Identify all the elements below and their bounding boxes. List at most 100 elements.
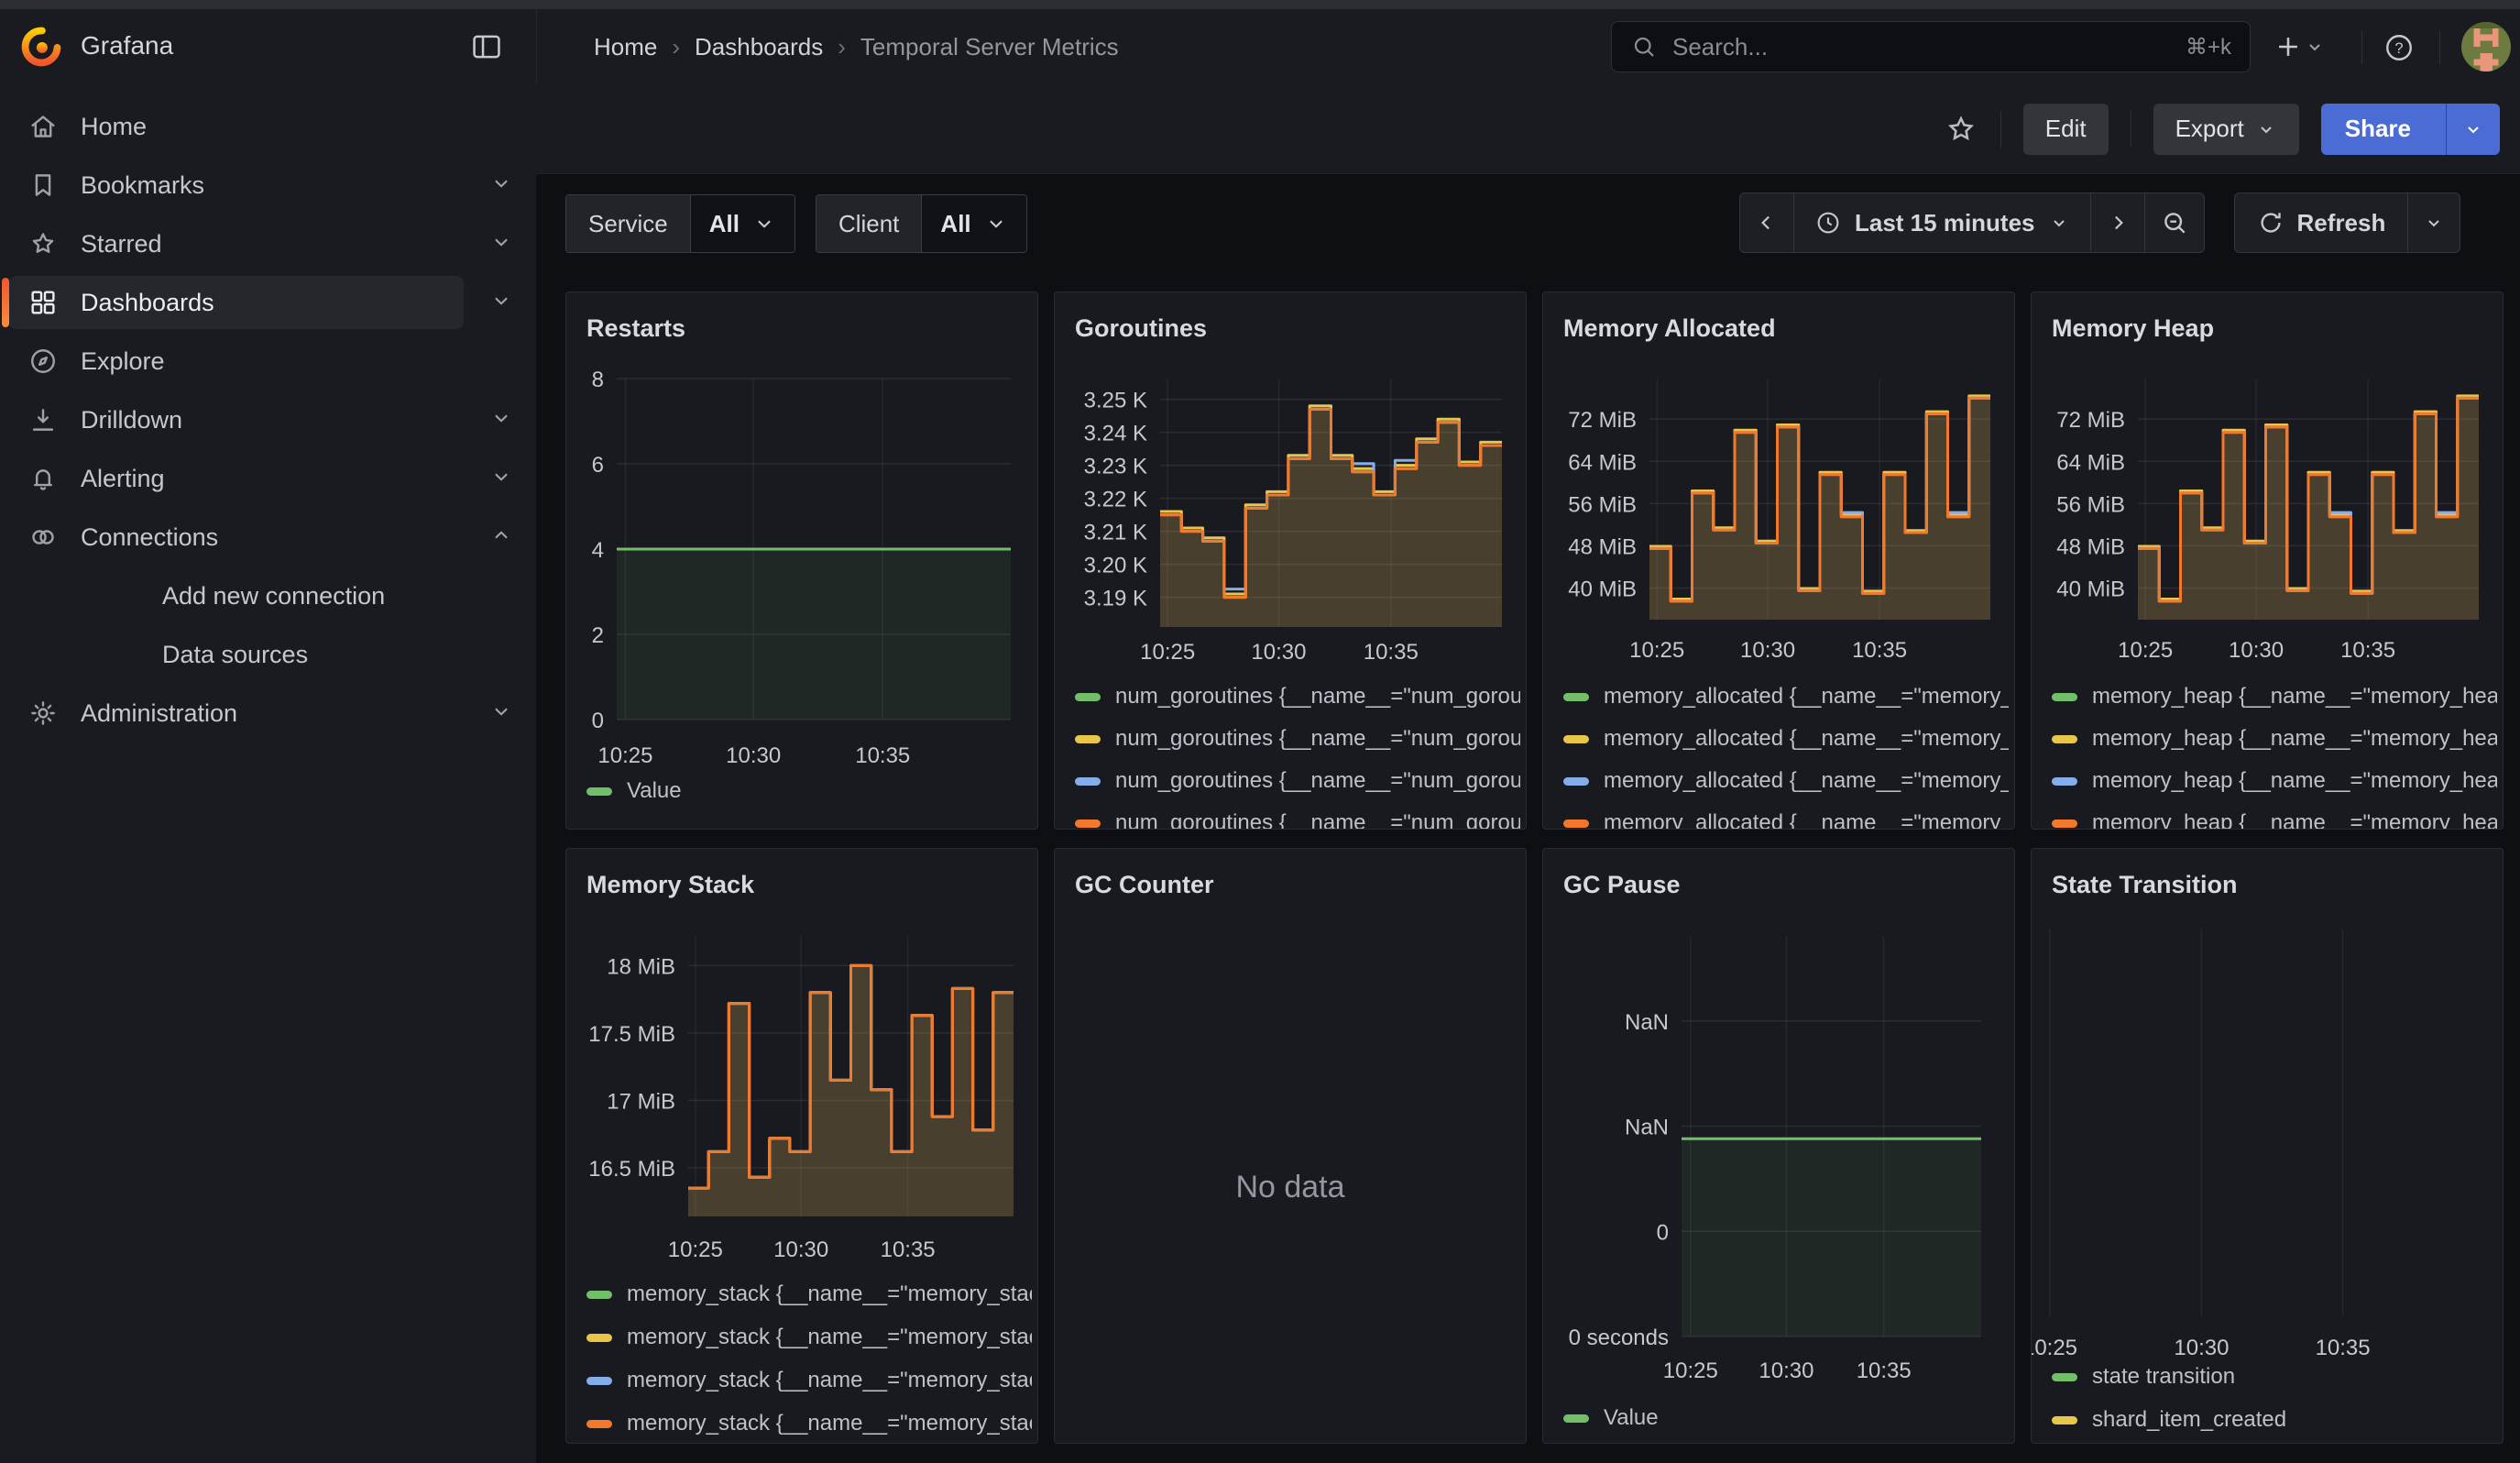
filter-client[interactable]: ClientAll — [816, 194, 1027, 253]
chevron-up-icon[interactable] — [489, 523, 513, 552]
refresh-button[interactable]: Refresh — [2235, 193, 2409, 252]
time-back-button[interactable] — [1740, 193, 1794, 252]
legend-label: memory_heap {__name__="memory_heap" — [2092, 768, 2497, 794]
svg-text:6: 6 — [592, 453, 604, 478]
svg-text:10:30: 10:30 — [773, 1238, 828, 1262]
search-shortcut: ⌘+k — [2186, 34, 2231, 60]
sidebar-toggle-icon[interactable] — [469, 29, 504, 69]
zoom-out-button[interactable] — [2145, 193, 2204, 252]
breadcrumb-item[interactable]: Home — [594, 33, 657, 61]
legend-item[interactable]: memory_allocated {__name__="memory_alloc… — [1563, 767, 2009, 795]
legend-item[interactable]: shard_item_created — [2052, 1406, 2497, 1434]
legend-item[interactable]: memory_heap {__name__="memory_heap" — [2052, 725, 2497, 753]
dashboard-toolbar: Edit Export Share — [536, 84, 2520, 174]
svg-text:4: 4 — [592, 538, 604, 563]
search-input[interactable] — [1671, 32, 2186, 62]
legend-item[interactable]: memory_stack {__name__="memory_stack" — [586, 1281, 1032, 1308]
legend-label: memory_allocated {__name__="memory_alloc… — [1604, 726, 2009, 752]
filter-value-dropdown[interactable]: All — [922, 195, 1025, 252]
legend-item[interactable]: memory_heap {__name__="memory_heap" — [2052, 767, 2497, 795]
sidebar-item-add-new-connection[interactable]: Add new connection — [0, 566, 536, 625]
legend-swatch — [586, 787, 612, 796]
chart-gc_pause[interactable]: NaNNaN00 seconds10:2510:3010:35 — [1543, 849, 2015, 1444]
sidebar-item-administration[interactable]: Administration — [0, 684, 536, 742]
breadcrumb-item[interactable]: Dashboards — [695, 33, 823, 61]
sidebar-item-label: Bookmarks — [81, 171, 204, 200]
legend-item[interactable]: memory_stack {__name__="memory_stack" — [586, 1324, 1032, 1351]
legend-label: memory_stack {__name__="memory_stack" — [627, 1282, 1032, 1307]
search-box[interactable]: ⌘+k — [1611, 21, 2251, 72]
share-button[interactable]: Share — [2321, 104, 2500, 155]
svg-text:10:35: 10:35 — [855, 743, 910, 768]
svg-text:8: 8 — [592, 368, 604, 392]
time-range-picker[interactable]: Last 15 minutes — [1794, 193, 2091, 252]
refresh-interval-button[interactable] — [2408, 193, 2460, 252]
breadcrumb-item: Temporal Server Metrics — [860, 33, 1119, 61]
header-divider — [2361, 31, 2362, 64]
chevron-down-icon[interactable] — [489, 171, 513, 200]
help-icon[interactable]: ? — [2383, 31, 2416, 64]
legend-item[interactable]: memory_heap {__name__="memory_heap" — [2052, 809, 2497, 830]
chevron-down-icon — [2255, 118, 2277, 140]
legend-item[interactable]: memory_heap {__name__="memory_heap" — [2052, 683, 2497, 710]
share-dropdown-button[interactable] — [2446, 104, 2500, 155]
sidebar-item-drilldown[interactable]: Drilldown — [0, 390, 536, 449]
bell-icon — [27, 463, 59, 499]
panel-memory_stack: Memory Stack18 MiB17.5 MiB17 MiB16.5 MiB… — [565, 848, 1038, 1444]
sidebar-item-explore[interactable]: Explore — [0, 332, 536, 390]
no-data-message: No data — [1055, 1170, 1526, 1205]
chevron-down-icon[interactable] — [489, 699, 513, 728]
avatar[interactable] — [2461, 22, 2511, 72]
legend-item[interactable]: memory_allocated {__name__="memory_alloc… — [1563, 683, 2009, 710]
legend-label: memory_heap {__name__="memory_heap" — [2092, 810, 2497, 830]
breadcrumb-separator: › — [838, 33, 846, 61]
edit-button[interactable]: Edit — [2023, 104, 2109, 155]
sidebar-item-data-sources[interactable]: Data sources — [0, 625, 536, 684]
sidebar-item-bookmarks[interactable]: Bookmarks — [0, 156, 536, 214]
chart-restarts[interactable]: 8642010:2510:3010:35 — [566, 292, 1038, 830]
add-new-button[interactable] — [2273, 31, 2326, 62]
star-icon[interactable] — [1944, 112, 1978, 147]
svg-text:0: 0 — [1657, 1220, 1669, 1245]
legend-swatch — [586, 1334, 612, 1342]
legend-item[interactable]: memory_allocated {__name__="memory_alloc… — [1563, 725, 2009, 753]
legend-item[interactable]: Value — [1563, 1404, 2009, 1432]
svg-text:10:30: 10:30 — [2174, 1336, 2229, 1360]
sidebar-item-starred[interactable]: Starred — [0, 214, 536, 273]
legend-item[interactable]: memory_stack {__name__="memory_stack" — [586, 1410, 1032, 1437]
brand-name: Grafana — [81, 31, 173, 60]
legend-swatch — [586, 1291, 612, 1299]
svg-text:48 MiB: 48 MiB — [2056, 534, 2125, 559]
sidebar-item-dashboards[interactable]: Dashboards — [0, 273, 536, 332]
export-button[interactable]: Export — [2153, 104, 2299, 155]
legend-item[interactable]: memory_allocated {__name__="memory_alloc… — [1563, 809, 2009, 830]
chart-state_transition[interactable]: 10:2510:3010:35 — [2032, 849, 2504, 1444]
legend-item[interactable]: memory_stack {__name__="memory_stack" — [586, 1367, 1032, 1394]
svg-text:10:30: 10:30 — [726, 743, 781, 768]
time-forward-button[interactable] — [2091, 193, 2145, 252]
chevron-down-icon[interactable] — [489, 230, 513, 258]
time-range-group: Last 15 minutes — [1739, 192, 2205, 253]
chevron-down-icon[interactable] — [489, 406, 513, 434]
legend-item[interactable]: num_goroutines {__name__="num_goroutines… — [1075, 767, 1520, 795]
chart-memory_stack[interactable]: 18 MiB17.5 MiB17 MiB16.5 MiB10:2510:3010… — [566, 849, 1038, 1444]
chevron-down-icon[interactable] — [489, 289, 513, 317]
filter-value-dropdown[interactable]: All — [691, 195, 794, 252]
filter-service[interactable]: ServiceAll — [565, 194, 795, 253]
sidebar-item-label: Dashboards — [81, 289, 214, 317]
svg-text:10:30: 10:30 — [2229, 638, 2284, 663]
sidebar-item-home[interactable]: Home — [0, 97, 536, 156]
svg-text:3.25 K: 3.25 K — [1084, 389, 1147, 413]
legend-item[interactable]: num_goroutines {__name__="num_goroutines… — [1075, 725, 1520, 753]
legend-item[interactable]: num_goroutines {__name__="num_goroutines… — [1075, 683, 1520, 710]
sidebar-item-alerting[interactable]: Alerting — [0, 449, 536, 508]
chevron-down-icon[interactable] — [489, 465, 513, 493]
sidebar-item-connections[interactable]: Connections — [0, 508, 536, 566]
panel-title[interactable]: GC Counter — [1075, 871, 1214, 899]
legend-item[interactable]: Value — [586, 777, 1032, 805]
legend-item[interactable]: num_goroutines {__name__="num_goroutines… — [1075, 809, 1520, 830]
clock-icon — [1814, 209, 1842, 236]
legend-label: state transition — [2092, 1364, 2235, 1390]
panel-state_transition: State Transition10:2510:3010:35state tra… — [2031, 848, 2504, 1444]
legend-item[interactable]: state transition — [2052, 1363, 2497, 1391]
